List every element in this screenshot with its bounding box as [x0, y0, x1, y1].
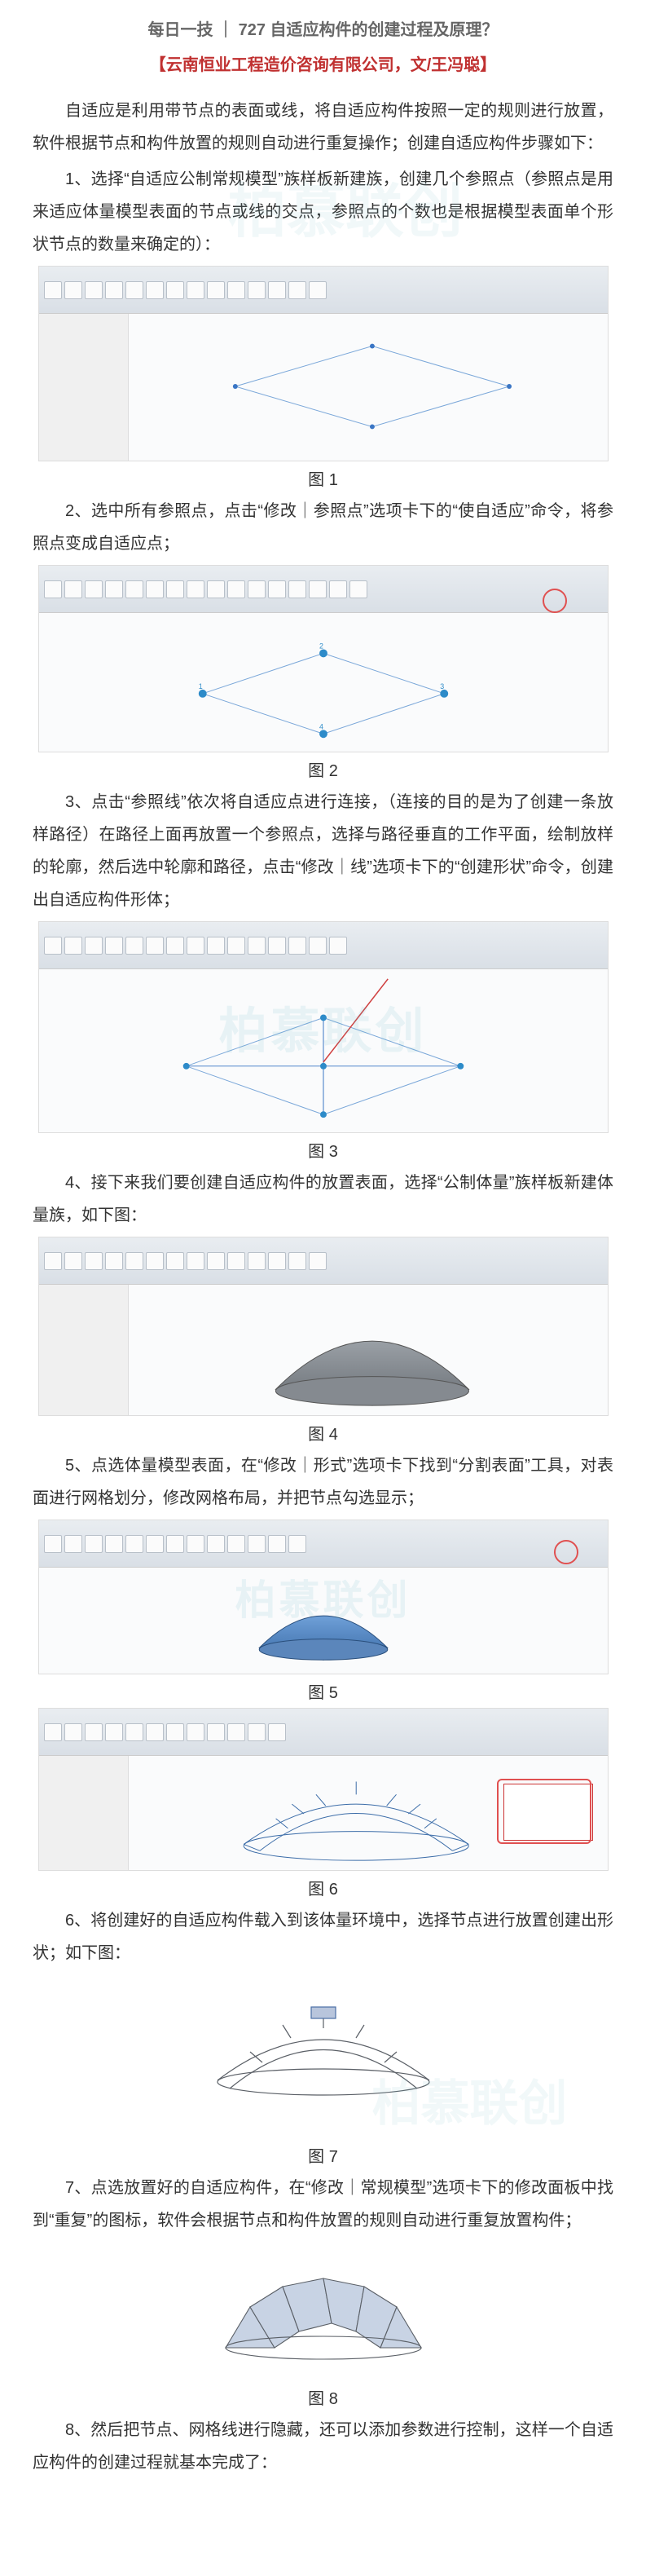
- figure-2: 1 2 3 4 图 2: [33, 565, 613, 781]
- screenshot-ribbon: [39, 566, 608, 613]
- highlight-circle: [543, 589, 567, 613]
- step-8: 8、然后把节点、网格线进行隐藏，还可以添加参数进行控制，这样一个自适应构件的创建…: [33, 2414, 613, 2479]
- screenshot-canvas: [129, 314, 608, 461]
- figure-5: 柏慕联创 图 5: [33, 1520, 613, 1703]
- screenshot-ribbon: [39, 922, 608, 969]
- step-6: 6、将创建好的自适应构件载入到该体量环境中，选择节点进行放置创建出形状；如下图：: [33, 1904, 613, 1969]
- page-title: 每日一技 ｜ 727 自适应构件的创建过程及原理？: [33, 16, 613, 40]
- screenshot-canvas: 1 2 3 4: [39, 613, 608, 752]
- screenshot-ribbon: [39, 1709, 608, 1756]
- screenshot-ribbon: [39, 267, 608, 314]
- step-3: 3、点击“参照线”依次将自适应点进行连接，（连接的目的是为了创建一条放样路径）在…: [33, 786, 613, 916]
- figure-8-caption: 图 8: [33, 2385, 613, 2409]
- screenshot-left-panel: [39, 314, 129, 461]
- figure-8-svg: [38, 2242, 609, 2380]
- screenshot-ribbon: [39, 1520, 608, 1568]
- screenshot-ribbon: [39, 1237, 608, 1285]
- step-5: 5、点选体量模型表面，在“修改｜形式”选项卡下找到“分割表面”工具，对表面进行网…: [33, 1449, 613, 1515]
- figure-2-caption: 图 2: [33, 757, 613, 781]
- page-byline: 【云南恒业工程造价咨询有限公司，文/王冯聪】: [33, 51, 613, 75]
- highlight-circle: [554, 1540, 578, 1564]
- figure-6: 图 6: [33, 1708, 613, 1899]
- figure-7-caption: 图 7: [33, 2143, 613, 2167]
- figure-7-svg: [38, 1974, 609, 2113]
- svg-text:2: 2: [319, 642, 323, 650]
- step-7: 7、点选放置好的自适应构件，在“修改｜常规模型”选项卡下的修改面板中找到“重复”…: [33, 2172, 613, 2237]
- svg-text:1: 1: [198, 682, 202, 690]
- screenshot-canvas: [39, 969, 608, 1132]
- figure-4-caption: 图 4: [33, 1421, 613, 1445]
- screenshot-left-panel: [39, 1285, 129, 1415]
- svg-text:3: 3: [440, 682, 444, 690]
- step-1: 1、选择“自适应公制常规模型”族样板新建族，创建几个参照点（参照点是用来适应体量…: [33, 163, 613, 261]
- figure-7: 柏慕联创 图 7: [33, 1974, 613, 2167]
- screenshot-canvas: [39, 1568, 608, 1674]
- article-page: 柏慕联创 每日一技 ｜ 727 自适应构件的创建过程及原理？ 【云南恒业工程造价…: [0, 0, 646, 2515]
- step-2: 2、选中所有参照点，点击“修改｜参照点”选项卡下的“使自适应”命令，将参照点变成…: [33, 495, 613, 560]
- svg-text:4: 4: [319, 722, 323, 730]
- figure-1: 图 1: [33, 266, 613, 490]
- figure-8: 图 8: [33, 2242, 613, 2409]
- screenshot-canvas: [129, 1285, 608, 1415]
- highlight-box: [497, 1779, 591, 1844]
- figure-3-caption: 图 3: [33, 1138, 613, 1162]
- figure-6-caption: 图 6: [33, 1876, 613, 1899]
- step-4: 4、接下来我们要创建自适应构件的放置表面，选择“公制体量”族样板新建体量族，如下…: [33, 1167, 613, 1232]
- figure-3: 柏慕联创 图 3: [33, 921, 613, 1162]
- figure-5-caption: 图 5: [33, 1679, 613, 1703]
- screenshot-left-panel: [39, 1756, 129, 1870]
- intro-paragraph: 自适应是利用带节点的表面或线，将自适应构件按照一定的规则进行放置，软件根据节点和…: [33, 95, 613, 160]
- figure-4: 图 4: [33, 1237, 613, 1445]
- figure-1-caption: 图 1: [33, 466, 613, 490]
